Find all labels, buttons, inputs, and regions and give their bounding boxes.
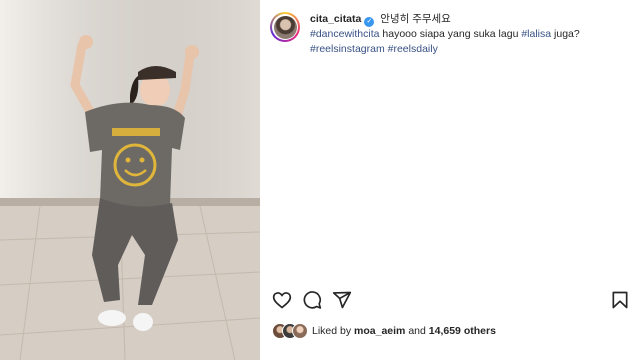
share-button[interactable]	[332, 290, 352, 310]
likes-row: Liked by moa_aeim and 14,659 others	[272, 322, 496, 340]
likes-count[interactable]: 14,659 others	[429, 325, 496, 337]
avatar[interactable]	[270, 12, 300, 42]
hashtag-link[interactable]: #reelsinstagram	[310, 43, 385, 55]
like-button[interactable]	[272, 290, 292, 310]
reel-video[interactable]	[0, 0, 260, 360]
liker-username[interactable]: moa_aeim	[354, 325, 405, 337]
liker-avatar	[292, 323, 308, 339]
comment-icon	[303, 291, 322, 309]
video-frame	[0, 0, 260, 360]
caption-line-2: #reelsinstagram #reelsdaily	[310, 43, 438, 55]
hashtag-link[interactable]: #lalisa	[521, 28, 551, 40]
hashtag-link[interactable]: #reelsdaily	[388, 43, 438, 55]
post-caption: cita_citata ✓ 안녕히 주무세요 #dancewithcita hay…	[310, 12, 630, 57]
liker-avatars[interactable]	[272, 323, 308, 339]
instagram-post: cita_citata ✓ 안녕히 주무세요 #dancewithcita hay…	[0, 0, 640, 360]
caption-text: hayooo siapa yang suka lagu	[379, 28, 522, 40]
username-link[interactable]: cita_citata	[310, 13, 361, 25]
heart-icon	[272, 292, 292, 309]
caption-text: juga?	[551, 28, 580, 40]
post-sidebar: cita_citata ✓ 안녕히 주무세요 #dancewithcita hay…	[260, 0, 640, 360]
hashtag-link[interactable]: #dancewithcita	[310, 28, 379, 40]
action-bar	[272, 290, 630, 312]
caption-row: cita_citata ✓ 안녕히 주무세요 #dancewithcita hay…	[270, 12, 630, 57]
caption-line-1: #dancewithcita hayooo siapa yang suka la…	[310, 28, 580, 40]
avatar-image	[273, 15, 297, 39]
share-icon	[332, 291, 352, 309]
likes-text: Liked by moa_aeim and 14,659 others	[312, 325, 496, 337]
comment-button[interactable]	[302, 290, 322, 310]
verified-badge-icon: ✓	[364, 17, 375, 27]
caption-korean: 안녕히 주무세요	[380, 13, 451, 25]
bookmark-icon	[612, 291, 628, 309]
save-button[interactable]	[610, 290, 630, 310]
